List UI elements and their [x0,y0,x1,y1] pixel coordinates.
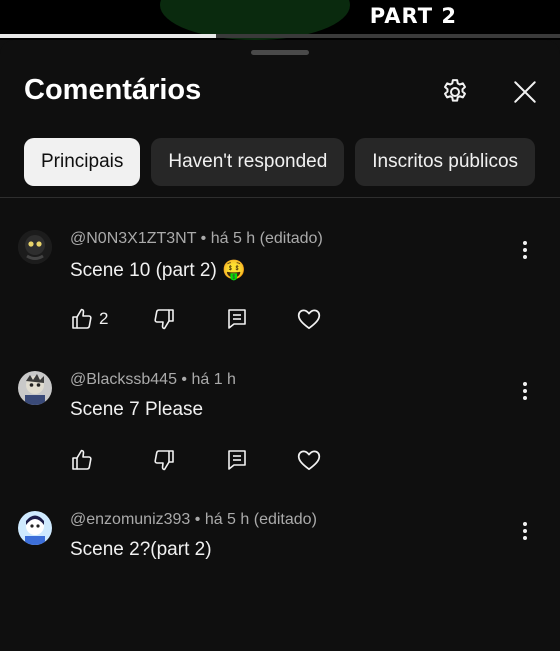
comment-time: há 5 h (editado) [204,511,317,528]
close-icon [512,79,538,105]
dislike-button[interactable] [152,445,176,475]
comment-meta: @N0N3X1ZT3NT • há 5 h (editado) [70,230,323,247]
comment-time: há 5 h (editado) [210,230,323,247]
chip-inscritos-publicos[interactable]: Inscritos públicos [355,138,536,186]
divider [0,197,560,198]
video-overlay-text: PART 2 [369,4,457,28]
drag-handle[interactable] [251,50,309,55]
like-button[interactable] [70,445,99,475]
reply-button[interactable] [225,304,249,334]
heart-button[interactable] [296,445,322,475]
avatar[interactable] [18,511,52,545]
comment-actions: 2 [70,304,370,334]
comment-item: @enzomuniz393 • há 5 h (editado) Scene 2… [0,511,560,651]
panel-title: Comentários [24,74,202,106]
filter-chips: Principais Haven't responded Inscritos p… [24,138,536,186]
chip-havent-responded[interactable]: Haven't responded [151,138,345,186]
video-progress-fill [0,34,216,38]
thumbs-up-icon [70,307,94,331]
more-options-button[interactable] [514,377,536,405]
comment-actions [70,445,370,475]
comment-meta: @enzomuniz393 • há 5 h (editado) [70,511,317,528]
comment-text: Scene 2?(part 2) [70,539,212,560]
comment-item: @Blackssb445 • há 1 h Scene 7 Please [0,371,560,511]
avatar[interactable] [18,230,52,264]
close-button[interactable] [508,75,542,109]
comment-author[interactable]: @N0N3X1ZT3NT [70,230,196,247]
gear-icon [440,77,470,107]
video-player[interactable]: PART 2 [0,0,560,40]
comments-panel: Comentários Principais Haven't responded… [0,40,560,560]
thumbs-up-icon [70,448,94,472]
comment-item: @N0N3X1ZT3NT • há 5 h (editado) Scene 10… [0,230,560,370]
avatar[interactable] [18,371,52,405]
comment-text: Scene 7 Please [70,399,204,420]
settings-button[interactable] [438,75,472,109]
video-progress-bar[interactable] [0,34,560,38]
thumbs-down-icon [152,307,176,331]
comment-author[interactable]: @enzomuniz393 [70,511,190,528]
heart-button[interactable] [296,304,322,334]
like-button[interactable]: 2 [70,304,108,334]
chip-principais[interactable]: Principais [24,138,141,186]
heart-icon [296,447,322,473]
dislike-button[interactable] [152,304,176,334]
more-options-button[interactable] [514,517,536,545]
heart-icon [296,306,322,332]
comment-meta: @Blackssb445 • há 1 h [70,371,236,388]
more-options-button[interactable] [514,236,536,264]
thumbs-down-icon [152,448,176,472]
reply-icon [225,448,249,472]
comment-time: há 1 h [191,371,236,388]
comment-author[interactable]: @Blackssb445 [70,371,177,388]
like-count: 2 [99,309,109,328]
reply-icon [225,307,249,331]
comment-text: Scene 10 (part 2) 🤑 [70,260,246,281]
reply-button[interactable] [225,445,249,475]
